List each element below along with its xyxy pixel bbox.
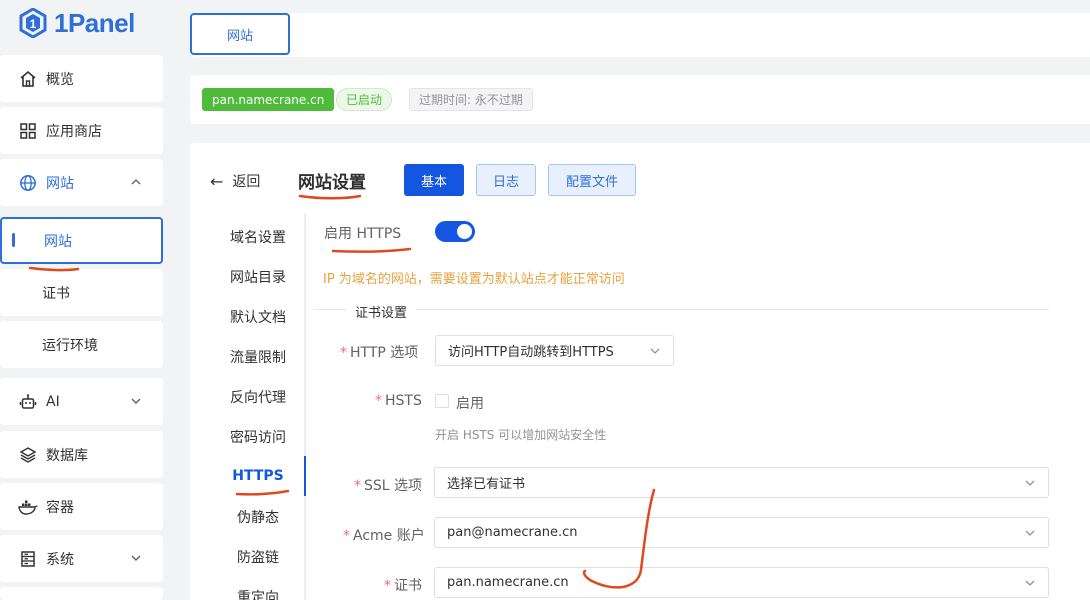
certificate-label: * 证书 — [384, 578, 422, 594]
chevron-down-icon — [1024, 577, 1036, 589]
sidebar-item-label: 系统 — [46, 551, 74, 568]
chevron-down-icon — [129, 551, 143, 565]
sidebar-item-container[interactable]: 容器 — [0, 483, 163, 530]
chevron-down-icon — [129, 394, 143, 408]
subnav-active-indicator — [304, 456, 306, 496]
sidebar-subitem-certificate[interactable]: 证书 — [0, 269, 163, 316]
sidebar-item-overview[interactable]: 概览 — [0, 55, 163, 102]
sidebar-subitem-runtime[interactable]: 运行环境 — [0, 321, 163, 368]
globe-icon — [18, 173, 38, 193]
ssl-option-select[interactable]: 选择已有证书 — [434, 467, 1049, 498]
docker-icon — [18, 497, 38, 517]
chevron-down-icon — [1024, 477, 1036, 489]
subnav-divider — [304, 213, 306, 600]
sidebar-item-website[interactable]: 网站 — [0, 159, 163, 206]
chevron-down-icon — [1024, 527, 1036, 539]
tab-website[interactable]: 网站 — [190, 13, 290, 55]
ssl-option-value: 选择已有证书 — [447, 477, 526, 492]
subnav-item-rewrite[interactable]: 伪静态 — [190, 497, 306, 537]
robot-icon — [18, 392, 38, 412]
https-toggle[interactable] — [435, 221, 475, 242]
website-info-bar: pan.namecrane.cn 已启动 过期时间: 永不过期 — [190, 75, 1090, 124]
sidebar-subitem-label: 网站 — [44, 233, 72, 250]
subnav-item-https[interactable]: HTTPS — [190, 456, 306, 496]
back-button[interactable]: ← 返回 — [210, 171, 260, 191]
sidebar-item-label: 概览 — [46, 71, 74, 88]
page-title: 网站设置 — [298, 173, 366, 193]
chevron-down-icon — [649, 345, 661, 357]
sidebar-item-label: 应用商店 — [46, 123, 102, 140]
tab-bar: 网站 — [190, 13, 1090, 57]
tab-basic-button[interactable]: 基本 — [404, 164, 464, 196]
https-enable-label: 启用 HTTPS — [324, 226, 402, 242]
http-option-select[interactable]: 访问HTTP自动跳转到HTTPS — [435, 335, 674, 366]
subnav-item-redirect[interactable]: 重定向 — [190, 577, 306, 600]
app-logo[interactable]: 1 1Panel — [18, 6, 135, 40]
sidebar-item-label: 容器 — [46, 499, 74, 516]
sidebar-subitem-website[interactable]: 网站 — [0, 217, 163, 264]
logo-icon: 1 — [18, 7, 48, 39]
hsts-checkbox-label[interactable]: 启用 — [456, 393, 484, 413]
http-option-value: 访问HTTP自动跳转到HTTPS — [448, 345, 614, 360]
subnav-item-directory[interactable]: 网站目录 — [190, 257, 306, 297]
status-badge: 已启动 — [336, 88, 393, 111]
hsts-label: * HSTS — [375, 393, 422, 409]
sidebar-item-system[interactable]: 系统 — [0, 535, 163, 582]
ssl-option-label: * SSL 选项 — [354, 478, 423, 494]
ip-domain-warning: IP 为域名的网站，需要设置为默认站点才能正常访问 — [323, 272, 625, 287]
subnav-item-password[interactable]: 密码访问 — [190, 417, 306, 457]
settings-panel: ← 返回 网站设置 基本 日志 配置文件 域名设置 网站目录 默认文档 流量限制… — [190, 143, 1090, 600]
grid-icon — [18, 121, 38, 141]
domain-tag: pan.namecrane.cn — [202, 88, 335, 111]
server-icon — [18, 549, 38, 569]
sidebar-item-label: 数据库 — [46, 447, 88, 464]
sidebar-item-database[interactable]: 数据库 — [0, 431, 163, 478]
sidebar-item-partial — [0, 587, 163, 600]
sidebar-subitem-label: 证书 — [42, 285, 70, 302]
subnav-item-rate-limit[interactable]: 流量限制 — [190, 337, 306, 377]
subnav-item-domain[interactable]: 域名设置 — [190, 217, 306, 257]
home-icon — [18, 69, 38, 89]
arrow-left-icon: ← — [210, 171, 224, 191]
svg-text:1: 1 — [30, 17, 37, 31]
expire-badge: 过期时间: 永不过期 — [409, 88, 533, 111]
sidebar-subitem-label: 运行环境 — [42, 337, 98, 354]
sidebar: 1 1Panel 概览 应用商店 网站 网站 证书 运行环境 AI 数据库 容器… — [0, 0, 170, 600]
back-label: 返回 — [232, 174, 261, 190]
tab-log-button[interactable]: 日志 — [476, 164, 536, 196]
subnav-item-hotlink[interactable]: 防盗链 — [190, 537, 306, 577]
sidebar-item-appstore[interactable]: 应用商店 — [0, 107, 163, 154]
acme-account-value: pan@namecrane.cn — [447, 525, 578, 540]
layers-icon — [18, 445, 38, 465]
sidebar-item-label: AI — [46, 393, 60, 410]
chevron-up-icon — [129, 175, 143, 189]
subnav-item-reverse-proxy[interactable]: 反向代理 — [190, 377, 306, 417]
tab-config-button[interactable]: 配置文件 — [548, 164, 636, 196]
sidebar-item-label: 网站 — [46, 175, 74, 192]
section-divider — [314, 309, 1049, 310]
hsts-hint: 开启 HSTS 可以增加网站安全性 — [435, 428, 607, 442]
section-title: 证书设置 — [346, 302, 417, 321]
acme-account-select[interactable]: pan@namecrane.cn — [434, 517, 1049, 548]
subnav-item-default-doc[interactable]: 默认文档 — [190, 297, 306, 337]
hsts-checkbox[interactable] — [435, 394, 449, 408]
sidebar-item-ai[interactable]: AI — [0, 378, 163, 425]
certificate-select[interactable]: pan.namecrane.cn — [434, 567, 1049, 598]
logo-text: 1Panel — [54, 7, 135, 38]
http-option-label: * HTTP 选项 — [340, 345, 419, 361]
certificate-value: pan.namecrane.cn — [447, 575, 569, 590]
acme-account-label: * Acme 账户 — [343, 528, 425, 544]
